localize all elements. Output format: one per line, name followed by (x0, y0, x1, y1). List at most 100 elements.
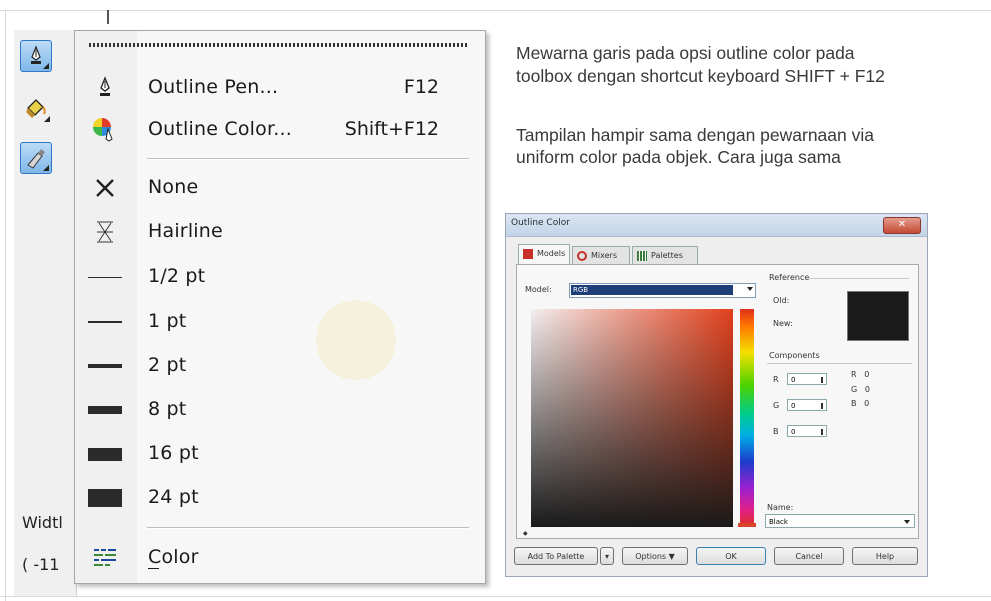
add-to-palette-dropdown-button[interactable]: ▾ (600, 547, 614, 565)
reference-label: Reference (769, 273, 810, 282)
components-label: Components (769, 351, 820, 360)
divider (809, 278, 909, 279)
models-icon (523, 249, 533, 259)
none-x-icon (87, 174, 123, 202)
menu-item-half-pt[interactable]: 1/2 pt (75, 256, 485, 298)
ok-button[interactable]: OK (696, 547, 766, 565)
add-to-palette-button[interactable]: Add To Palette (514, 547, 598, 565)
line-8pt-icon (87, 396, 123, 424)
pin-mark (107, 10, 109, 24)
name-label: Name: (767, 503, 794, 512)
close-icon[interactable]: ✕ (883, 217, 921, 234)
frame-top-border (0, 10, 991, 11)
menu-item-label: 1 pt (148, 310, 187, 332)
outline-flyout-menu: Outline Pen... F12 Outline Color... Shif… (74, 30, 486, 584)
menu-item-label: Color (148, 546, 199, 568)
menu-item-shortcut: Shift+F12 (344, 118, 439, 140)
coordinate-label: ( -11 (22, 555, 60, 574)
menu-item-color[interactable]: Color (75, 537, 485, 579)
outline-tool-button[interactable] (20, 40, 52, 72)
menu-item-1pt[interactable]: 1 pt (75, 301, 485, 343)
color-picker-field[interactable] (531, 309, 733, 527)
description-line-3: Tampilan hampir sama dengan pewarnaan vi… (516, 125, 874, 145)
tab-models[interactable]: Models (518, 244, 570, 265)
menu-item-16pt[interactable]: 16 pt (75, 433, 485, 475)
menu-item-8pt[interactable]: 8 pt (75, 389, 485, 431)
old-label: Old: (773, 296, 790, 305)
hue-slider[interactable] (740, 309, 754, 527)
flyout-arrow-icon (44, 116, 50, 122)
dialog-titlebar: Outline Color ✕ (506, 214, 927, 237)
component-b-readout: B 0 (851, 399, 870, 408)
line-half-pt-icon (87, 263, 123, 291)
model-label: Model: (525, 285, 552, 294)
description-line-1: Mewarna garis pada opsi outline color pa… (516, 43, 855, 63)
dialog-title: Outline Color (511, 218, 570, 228)
menu-item-outline-color[interactable]: Outline Color... Shift+F12 (75, 109, 485, 151)
help-button[interactable]: Help (852, 547, 918, 565)
models-panel: Model: RGB ◆ Reference Old: New: Compone… (516, 264, 919, 539)
menu-item-none[interactable]: None (75, 167, 485, 209)
menu-item-label: 1/2 pt (148, 265, 206, 287)
menu-item-label: Hairline (148, 220, 223, 242)
fill-tool-button[interactable] (20, 92, 52, 124)
width-label: Widtl (22, 513, 63, 532)
menu-item-label: 16 pt (148, 442, 199, 464)
menu-item-label: Outline Pen... (148, 76, 279, 98)
toolbox (14, 30, 77, 596)
divider (767, 363, 912, 364)
component-b-label: B (773, 427, 779, 436)
outline-pen-icon (87, 74, 123, 102)
menu-item-outline-pen[interactable]: Outline Pen... F12 (75, 67, 485, 109)
frame-left-border (5, 10, 6, 601)
component-r-label: R (773, 375, 779, 384)
menu-item-label: Outline Color... (148, 118, 292, 140)
component-r-input[interactable]: 0 (787, 373, 827, 385)
mnemonic-underline (148, 568, 159, 569)
menu-item-hairline[interactable]: Hairline (75, 211, 485, 253)
model-dropdown[interactable]: RGB (569, 283, 756, 298)
component-g-input[interactable]: 0 (787, 399, 827, 411)
frame-bottom-border (0, 596, 991, 597)
model-value: RGB (571, 285, 733, 295)
name-value: Black (769, 518, 788, 526)
outline-color-dialog: Outline Color ✕ Models Mixers Palettes M… (505, 213, 928, 577)
new-label: New: (773, 319, 793, 328)
reference-color-swatch (847, 291, 909, 341)
flyout-arrow-icon (43, 63, 49, 69)
menu-item-label: None (148, 176, 199, 198)
tab-label: Mixers (591, 251, 617, 260)
component-g-label: G (773, 401, 780, 410)
description-line-4: uniform color pada objek. Cara juga sama (516, 147, 841, 167)
menu-item-shortcut: F12 (403, 76, 439, 98)
interactive-fill-tool-button[interactable] (20, 142, 52, 174)
menu-separator (147, 527, 469, 529)
outline-color-icon (87, 116, 123, 144)
line-24pt-icon (87, 484, 123, 512)
options-button[interactable]: Options ▼ (622, 547, 688, 565)
hue-slider-handle[interactable] (738, 523, 756, 527)
watermark-logo (316, 300, 396, 380)
chevron-down-icon (904, 520, 910, 524)
name-dropdown[interactable]: Black (765, 514, 915, 528)
marker-icon: ◆ (523, 530, 528, 537)
line-1pt-icon (87, 308, 123, 336)
component-b-input[interactable]: 0 (787, 425, 827, 437)
menu-item-24pt[interactable]: 24 pt (75, 477, 485, 519)
menu-item-label: 2 pt (148, 354, 187, 376)
flyout-arrow-icon (43, 165, 49, 171)
hairline-icon (87, 218, 123, 246)
menu-item-2pt[interactable]: 2 pt (75, 345, 485, 387)
mixers-icon (577, 251, 587, 261)
line-16pt-icon (87, 440, 123, 468)
cancel-button[interactable]: Cancel (774, 547, 844, 565)
menu-item-label: 8 pt (148, 398, 187, 420)
menu-tearoff-handle[interactable] (89, 43, 469, 47)
line-2pt-icon (87, 352, 123, 380)
description-line-2: toolbox dengan shortcut keyboard SHIFT +… (516, 66, 885, 86)
tab-label: Models (537, 249, 566, 258)
tab-label: Palettes (651, 251, 683, 260)
tab-mixers[interactable]: Mixers (572, 246, 630, 264)
tab-palettes[interactable]: Palettes (632, 246, 698, 264)
component-g-readout: G 0 (851, 385, 870, 394)
